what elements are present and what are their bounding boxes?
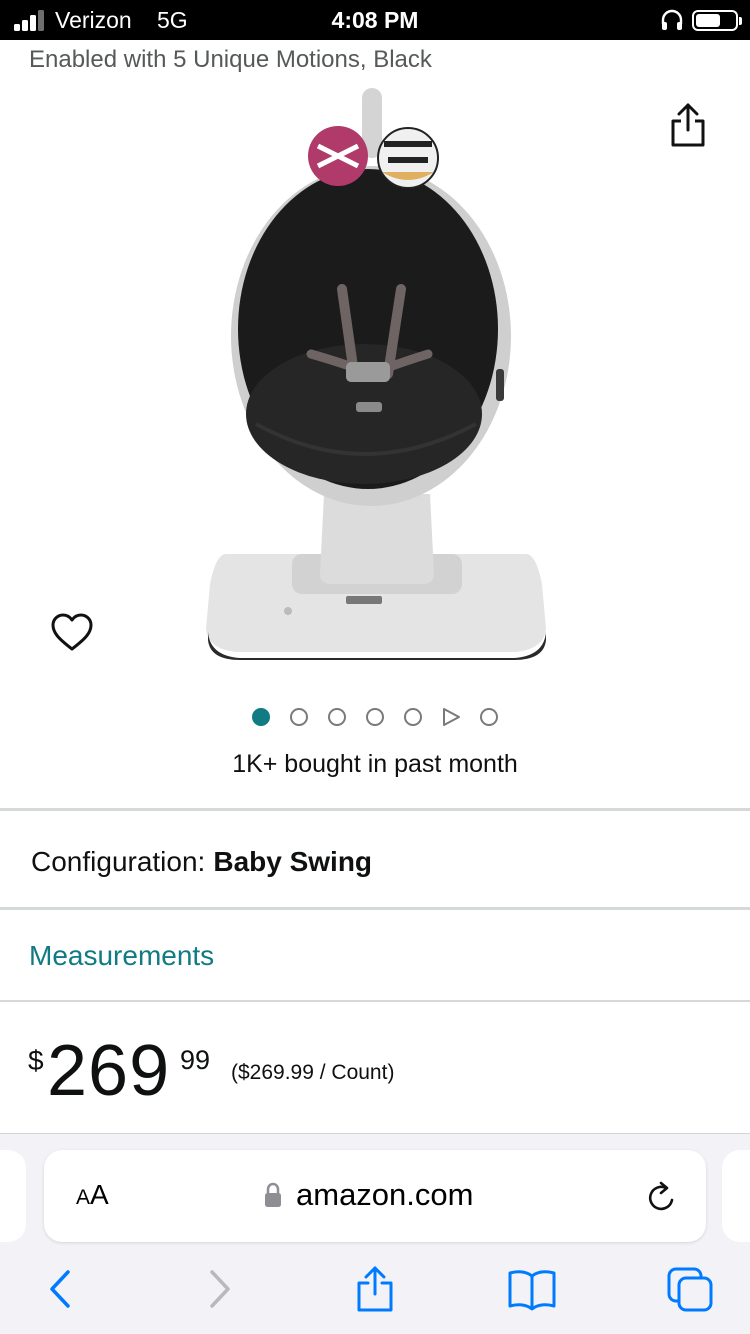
section-divider [0, 907, 750, 910]
price-whole: 269 [47, 1031, 171, 1111]
tabs-icon[interactable] [666, 1266, 714, 1312]
previous-tab-preview[interactable] [0, 1150, 26, 1242]
image-carousel-indicator[interactable] [252, 707, 512, 727]
product-title[interactable]: Enabled with 5 Unique Motions, Black [29, 46, 432, 74]
price-currency: $ [28, 1045, 44, 1076]
url-text[interactable]: amazon.com [296, 1177, 473, 1213]
configuration-row[interactable]: Configuration: Baby Swing [31, 846, 372, 878]
carousel-dot[interactable] [480, 708, 498, 726]
status-bar: Verizon 5G 4:08 PM [0, 0, 750, 40]
carousel-dot[interactable] [366, 708, 384, 726]
book-icon[interactable] [507, 1266, 557, 1312]
headphones-icon [661, 9, 683, 30]
reload-icon[interactable] [646, 1180, 678, 1214]
heart-icon[interactable] [50, 612, 94, 654]
price-block: $ 269 99 ($269.99 / Count) [28, 1031, 528, 1115]
section-divider [0, 1000, 750, 1002]
next-tab-preview[interactable] [722, 1150, 750, 1242]
configuration-value: Baby Swing [213, 846, 373, 877]
text-size-button[interactable]: AA [76, 1179, 109, 1211]
section-divider [0, 808, 750, 811]
lock-icon [265, 1182, 281, 1207]
chevron-right-icon[interactable] [204, 1266, 234, 1312]
product-image[interactable] [196, 84, 558, 660]
chevron-left-icon[interactable] [44, 1266, 74, 1312]
status-time: 4:08 PM [331, 7, 419, 33]
unit-price: ($269.99 / Count) [231, 1061, 395, 1084]
price-fraction: 99 [180, 1045, 211, 1075]
share-icon[interactable] [354, 1266, 396, 1312]
carousel-dot[interactable] [252, 708, 270, 726]
address-bar[interactable]: AA amazon.com [44, 1150, 706, 1242]
carousel-dot[interactable] [290, 708, 308, 726]
video-play-icon[interactable] [441, 707, 461, 727]
carousel-dot[interactable] [328, 708, 346, 726]
measurements-link[interactable]: Measurements [29, 940, 214, 972]
battery-icon [692, 10, 742, 31]
configuration-label: Configuration: [31, 846, 206, 877]
browser-toolbar: AA amazon.com [0, 1133, 750, 1334]
bought-count-text: 1K+ bought in past month [232, 750, 518, 778]
carousel-dot[interactable] [404, 708, 422, 726]
share-icon[interactable] [668, 102, 708, 148]
